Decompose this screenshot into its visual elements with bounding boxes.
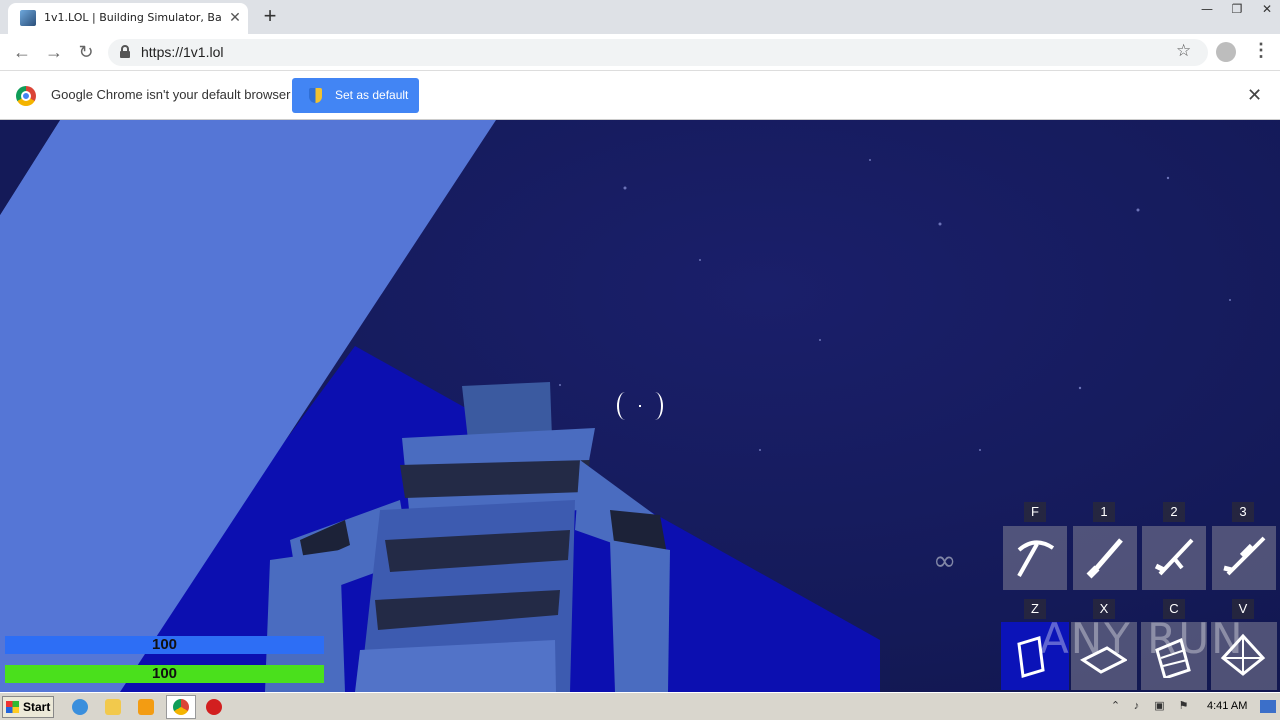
taskbar-clock[interactable]: 4:41 AM: [1207, 700, 1247, 712]
url-text[interactable]: https://1v1.lol: [141, 44, 224, 60]
window-controls: — ❐ ✕: [1190, 0, 1280, 20]
pickaxe-slot[interactable]: [1003, 526, 1067, 590]
uac-shield-icon: [309, 88, 322, 103]
minimize-button[interactable]: —: [1194, 0, 1220, 18]
profile-avatar-icon[interactable]: [1216, 42, 1236, 62]
infobar-message: Google Chrome isn't your default browser: [51, 87, 291, 102]
chrome-logo-icon: [16, 86, 36, 106]
default-browser-infobar: Google Chrome isn't your default browser…: [0, 71, 1280, 120]
windows-logo-icon: [6, 701, 19, 713]
slot-key-1: 1: [1093, 502, 1115, 522]
ammo-infinity-icon: ∞: [933, 544, 957, 577]
slot-key-f: F: [1024, 502, 1046, 522]
close-window-button[interactable]: ✕: [1254, 0, 1280, 18]
bookmark-star-icon[interactable]: ☆: [1176, 41, 1191, 61]
start-label: Start: [23, 700, 51, 714]
game-canvas[interactable]: ∞ F 1 2 3 Z X C V ANY RUN 100 100: [0, 120, 1280, 692]
start-button[interactable]: Start: [2, 696, 54, 718]
windows-taskbar: Start ⌃ ♪ ▣ ⚑ 4:41 AM: [0, 692, 1280, 720]
restore-button[interactable]: ❐: [1224, 0, 1250, 18]
back-arrow-icon[interactable]: ←: [10, 40, 34, 64]
stop-icon[interactable]: [206, 699, 222, 715]
anyrun-watermark: ANY RUN: [1040, 614, 1245, 663]
site-favicon-icon: [20, 10, 36, 26]
network-icon[interactable]: ▣: [1153, 700, 1166, 713]
tab-strip: 1v1.LOL | Building Simulator, Battle Roy…: [0, 0, 1280, 34]
sniper-rifle-icon: [1223, 536, 1266, 576]
chrome-taskbar-button[interactable]: [166, 695, 196, 719]
volume-icon[interactable]: ♪: [1130, 700, 1143, 713]
shotgun-icon: [1086, 538, 1123, 579]
show-desktop-icon[interactable]: [1260, 700, 1276, 713]
chrome-taskbar-icon: [173, 699, 189, 715]
set-default-label: Set as default: [335, 88, 409, 102]
pickaxe-icon: [1017, 540, 1055, 577]
shotgun-slot[interactable]: [1073, 526, 1137, 590]
set-default-button[interactable]: Set as default: [292, 78, 419, 113]
tray-expand-icon[interactable]: ⌃: [1109, 700, 1122, 713]
assault-rifle-icon: [1154, 538, 1194, 576]
forward-arrow-icon[interactable]: →: [42, 40, 66, 64]
crosshair-icon: [617, 392, 663, 420]
shield-bar: 100: [5, 636, 324, 654]
internet-explorer-icon[interactable]: [72, 699, 88, 715]
lock-icon[interactable]: [120, 45, 130, 58]
media-player-icon[interactable]: [138, 699, 154, 715]
slot-key-3: 3: [1232, 502, 1254, 522]
health-bar: 100: [5, 665, 324, 683]
sniper-rifle-slot[interactable]: [1212, 526, 1276, 590]
infobar-close-icon[interactable]: ✕: [1247, 85, 1262, 106]
assault-rifle-slot[interactable]: [1142, 526, 1206, 590]
browser-tab[interactable]: 1v1.LOL | Building Simulator, Battle Roy…: [8, 3, 248, 34]
action-center-flag-icon[interactable]: ⚑: [1177, 700, 1190, 713]
browser-toolbar: ← → ↻ https://1v1.lol ☆ ⋮: [0, 34, 1280, 71]
tab-close-icon[interactable]: ✕: [226, 8, 244, 26]
tab-title: 1v1.LOL | Building Simulator, Battle Roy…: [44, 11, 222, 24]
reload-icon[interactable]: ↻: [74, 40, 98, 64]
new-tab-button[interactable]: +: [258, 4, 282, 28]
address-bar[interactable]: https://1v1.lol ☆: [108, 39, 1208, 66]
slot-key-2: 2: [1163, 502, 1185, 522]
chrome-menu-icon[interactable]: ⋮: [1252, 40, 1270, 61]
file-explorer-icon[interactable]: [105, 699, 121, 715]
